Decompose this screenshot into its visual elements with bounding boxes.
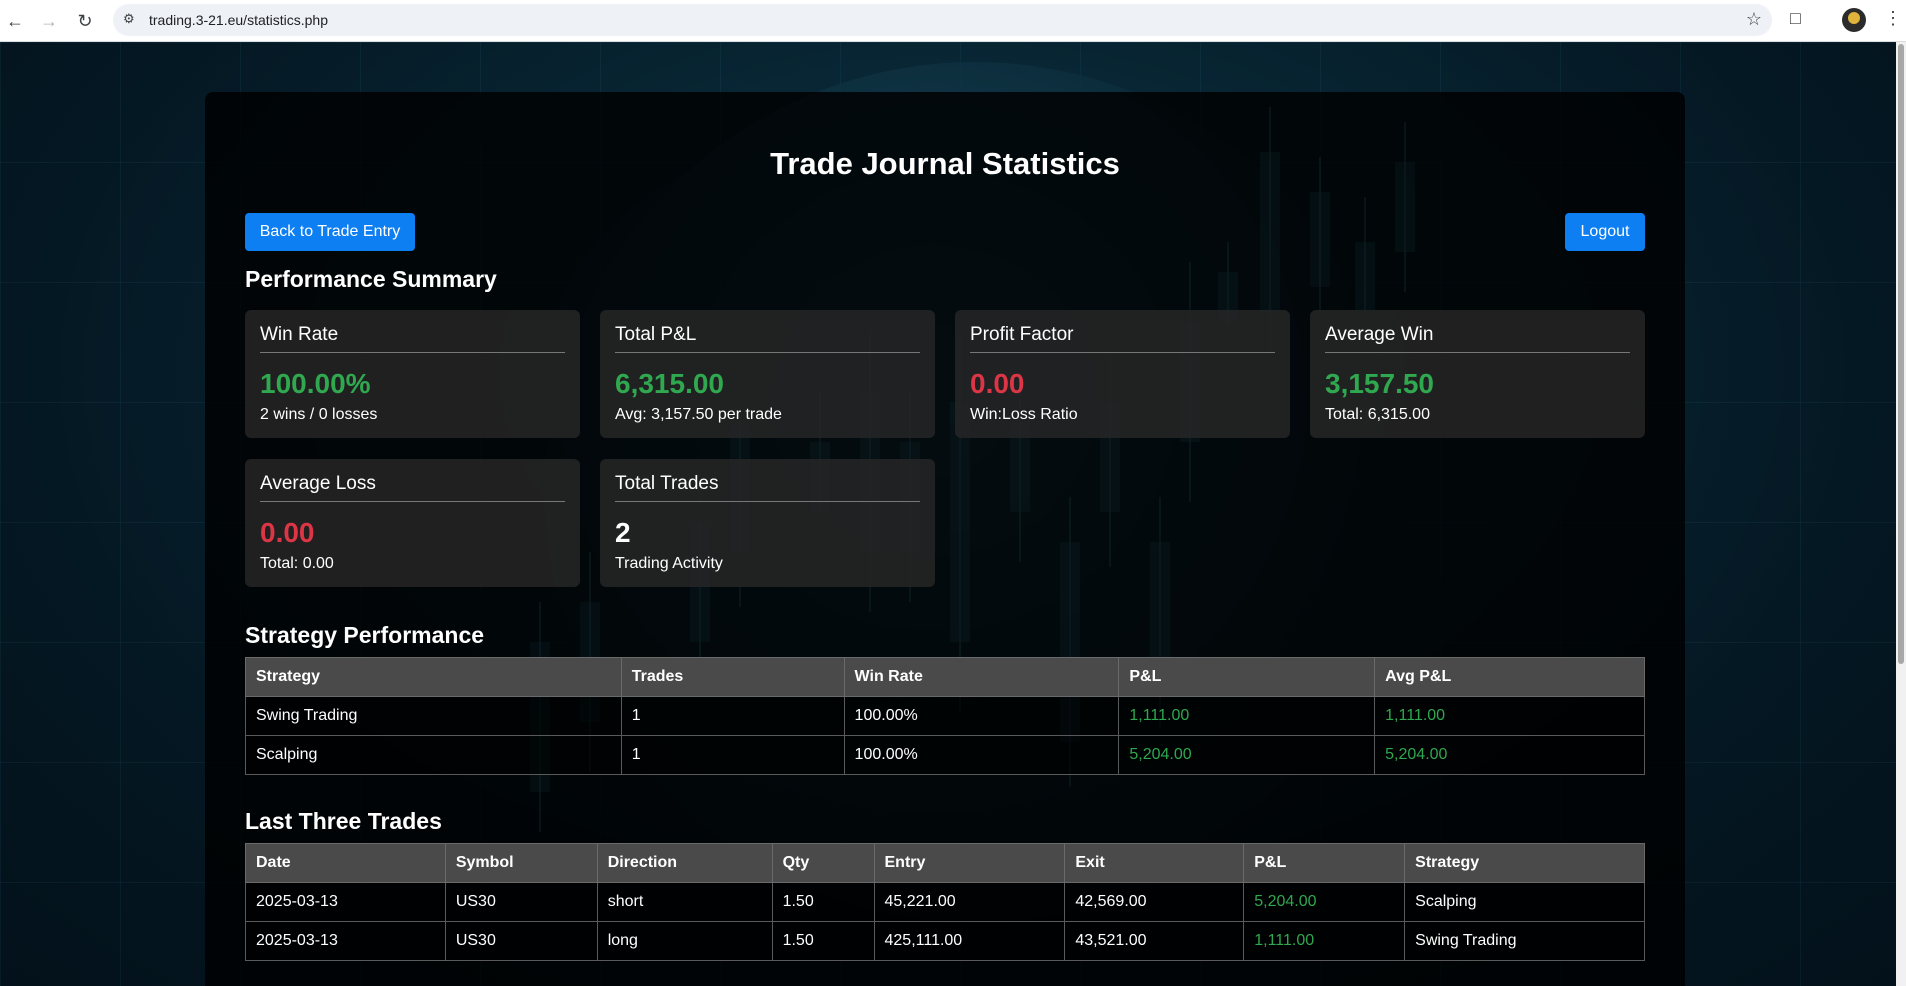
- card-value: 100.00%: [260, 368, 371, 399]
- column-header: Qty: [771, 843, 875, 883]
- win-rate-card: Win Rate 100.00% 2 wins / 0 losses: [245, 310, 580, 438]
- table-cell: 5,204.00: [1118, 735, 1376, 775]
- column-header: Win Rate: [843, 657, 1120, 697]
- table-cell: 1: [620, 696, 845, 736]
- column-header: Symbol: [444, 843, 598, 883]
- table-cell: 1,111.00: [1118, 696, 1376, 736]
- column-header: Strategy: [245, 657, 622, 697]
- card-divider: [615, 352, 920, 353]
- forward-arrow-icon[interactable]: →: [36, 8, 62, 34]
- total-trades-card: Total Trades 2 Trading Activity: [600, 459, 935, 587]
- card-subtext: Win:Loss Ratio: [970, 406, 1078, 423]
- table-cell: 5,204.00: [1243, 882, 1406, 922]
- table-cell: 5,204.00: [1374, 735, 1645, 775]
- table-cell: 1.50: [771, 921, 875, 961]
- column-header: Trades: [620, 657, 845, 697]
- card-title: Total Trades: [615, 473, 719, 494]
- table-cell: 100.00%: [843, 735, 1120, 775]
- card-title: Profit Factor: [970, 324, 1074, 345]
- column-header: Exit: [1064, 843, 1245, 883]
- page-scrollbar[interactable]: [1896, 42, 1906, 986]
- card-value: 0.00: [260, 517, 315, 548]
- column-header: P&L: [1243, 843, 1406, 883]
- stats-container: Trade Journal Statistics Back to Trade E…: [205, 92, 1685, 986]
- strategy-table: Strategy Trades Win Rate P&L Avg P&L Swi…: [245, 657, 1645, 775]
- table-cell: short: [596, 882, 773, 922]
- table-header-row: Date Symbol Direction Qty Entry Exit P&L…: [245, 843, 1645, 883]
- table-cell: Swing Trading: [245, 696, 622, 736]
- card-title: Average Loss: [260, 473, 376, 494]
- table-row: Scalping 1 100.00% 5,204.00 5,204.00: [245, 735, 1645, 775]
- card-subtext: Trading Activity: [615, 555, 723, 572]
- card-title: Total P&L: [615, 324, 697, 345]
- card-subtext: Total: 0.00: [260, 555, 334, 572]
- card-title: Average Win: [1325, 324, 1434, 345]
- table-cell: 42,569.00: [1064, 882, 1245, 922]
- url-text[interactable]: trading.3-21.eu/statistics.php: [149, 12, 328, 28]
- site-info-icon[interactable]: ⚙: [123, 11, 141, 29]
- column-header: Date: [245, 843, 446, 883]
- table-cell: long: [596, 921, 773, 961]
- column-header: Direction: [596, 843, 773, 883]
- table-cell: US30: [444, 882, 598, 922]
- reload-icon[interactable]: ↻: [72, 8, 98, 34]
- table-cell: Swing Trading: [1404, 921, 1645, 961]
- table-cell: 2025-03-13: [245, 921, 446, 961]
- profile-avatar[interactable]: [1842, 8, 1866, 32]
- table-cell: Scalping: [245, 735, 622, 775]
- average-loss-card: Average Loss 0.00 Total: 0.00: [245, 459, 580, 587]
- card-subtext: 2 wins / 0 losses: [260, 406, 378, 423]
- page-viewport: Trade Journal Statistics Back to Trade E…: [0, 42, 1906, 986]
- table-cell: Scalping: [1404, 882, 1645, 922]
- back-arrow-icon[interactable]: ←: [2, 8, 28, 34]
- table-cell: 2025-03-13: [245, 882, 446, 922]
- last-three-trades-heading: Last Three Trades: [245, 808, 442, 834]
- card-divider: [970, 352, 1275, 353]
- table-cell: US30: [444, 921, 598, 961]
- table-cell: 1,111.00: [1243, 921, 1406, 961]
- card-title: Win Rate: [260, 324, 339, 345]
- column-header: Strategy: [1404, 843, 1645, 883]
- column-header: Entry: [873, 843, 1066, 883]
- extensions-icon[interactable]: □: [1790, 8, 1801, 29]
- card-value: 2: [615, 517, 631, 548]
- card-divider: [615, 501, 920, 502]
- card-value: 6,315.00: [615, 368, 724, 399]
- table-cell: 45,221.00: [873, 882, 1066, 922]
- table-cell: 100.00%: [843, 696, 1120, 736]
- average-win-card: Average Win 3,157.50 Total: 6,315.00: [1310, 310, 1645, 438]
- total-pnl-card: Total P&L 6,315.00 Avg: 3,157.50 per tra…: [600, 310, 935, 438]
- card-subtext: Total: 6,315.00: [1325, 406, 1430, 423]
- table-cell: 1.50: [771, 882, 875, 922]
- table-cell: 1,111.00: [1374, 696, 1645, 736]
- card-subtext: Avg: 3,157.50 per trade: [615, 406, 782, 423]
- table-cell: 425,111.00: [873, 921, 1066, 961]
- column-header: Avg P&L: [1374, 657, 1645, 697]
- performance-summary-heading: Performance Summary: [245, 266, 497, 292]
- card-value: 3,157.50: [1325, 368, 1434, 399]
- table-header-row: Strategy Trades Win Rate P&L Avg P&L: [245, 657, 1645, 697]
- menu-dots-icon[interactable]: ⋮: [1884, 8, 1902, 29]
- table-cell: 1: [620, 735, 845, 775]
- address-bar[interactable]: ⚙ trading.3-21.eu/statistics.php ☆: [113, 4, 1772, 36]
- page-title: Trade Journal Statistics: [770, 146, 1120, 181]
- column-header: P&L: [1118, 657, 1376, 697]
- browser-toolbar: ← → ↻ ⚙ trading.3-21.eu/statistics.php ☆…: [0, 0, 1906, 42]
- trades-table: Date Symbol Direction Qty Entry Exit P&L…: [245, 843, 1645, 961]
- bookmark-star-icon[interactable]: ☆: [1746, 9, 1762, 30]
- table-row: 2025-03-13 US30 long 1.50 425,111.00 43,…: [245, 921, 1645, 961]
- table-row: Swing Trading 1 100.00% 1,111.00 1,111.0…: [245, 696, 1645, 736]
- profit-factor-card: Profit Factor 0.00 Win:Loss Ratio: [955, 310, 1290, 438]
- strategy-performance-heading: Strategy Performance: [245, 622, 485, 648]
- logout-button[interactable]: Logout: [1565, 213, 1645, 251]
- card-divider: [260, 501, 565, 502]
- card-divider: [1325, 352, 1630, 353]
- card-value: 0.00: [970, 368, 1025, 399]
- table-cell: 43,521.00: [1064, 921, 1245, 961]
- table-row: 2025-03-13 US30 short 1.50 45,221.00 42,…: [245, 882, 1645, 922]
- card-divider: [260, 352, 565, 353]
- back-to-trade-entry-button[interactable]: Back to Trade Entry: [245, 213, 415, 251]
- scrollbar-thumb[interactable]: [1898, 44, 1904, 664]
